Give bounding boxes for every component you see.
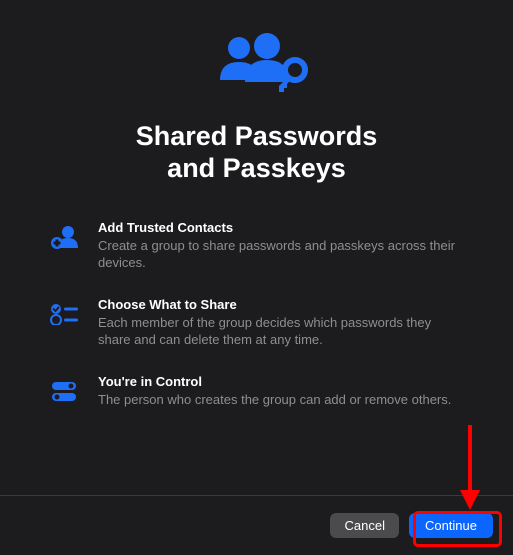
- feature-title: Add Trusted Contacts: [98, 220, 463, 235]
- feature-text: You're in Control The person who creates…: [98, 374, 463, 409]
- feature-text: Choose What to Share Each member of the …: [98, 297, 463, 349]
- feature-add-contacts: Add Trusted Contacts Create a group to s…: [50, 220, 463, 272]
- continue-button[interactable]: Continue: [409, 513, 493, 538]
- dialog-footer: Cancel Continue: [0, 495, 513, 555]
- feature-desc: The person who creates the group can add…: [98, 391, 463, 409]
- feature-title: Choose What to Share: [98, 297, 463, 312]
- toggles-icon: [50, 376, 80, 406]
- title-line-2: and Passkeys: [167, 153, 346, 183]
- add-person-icon: [50, 222, 80, 252]
- feature-choose-share: Choose What to Share Each member of the …: [50, 297, 463, 349]
- feature-desc: Create a group to share passwords and pa…: [98, 237, 463, 272]
- cancel-button[interactable]: Cancel: [330, 513, 398, 538]
- feature-title: You're in Control: [98, 374, 463, 389]
- feature-in-control: You're in Control The person who creates…: [50, 374, 463, 409]
- feature-desc: Each member of the group decides which p…: [98, 314, 463, 349]
- feature-text: Add Trusted Contacts Create a group to s…: [98, 220, 463, 272]
- dialog-title: Shared Passwords and Passkeys: [136, 120, 378, 185]
- dialog-content: Shared Passwords and Passkeys Add Truste…: [0, 0, 513, 490]
- features-list: Add Trusted Contacts Create a group to s…: [50, 220, 463, 409]
- shared-passwords-hero-icon: [197, 30, 317, 105]
- title-line-1: Shared Passwords: [136, 121, 378, 151]
- checklist-icon: [50, 299, 80, 329]
